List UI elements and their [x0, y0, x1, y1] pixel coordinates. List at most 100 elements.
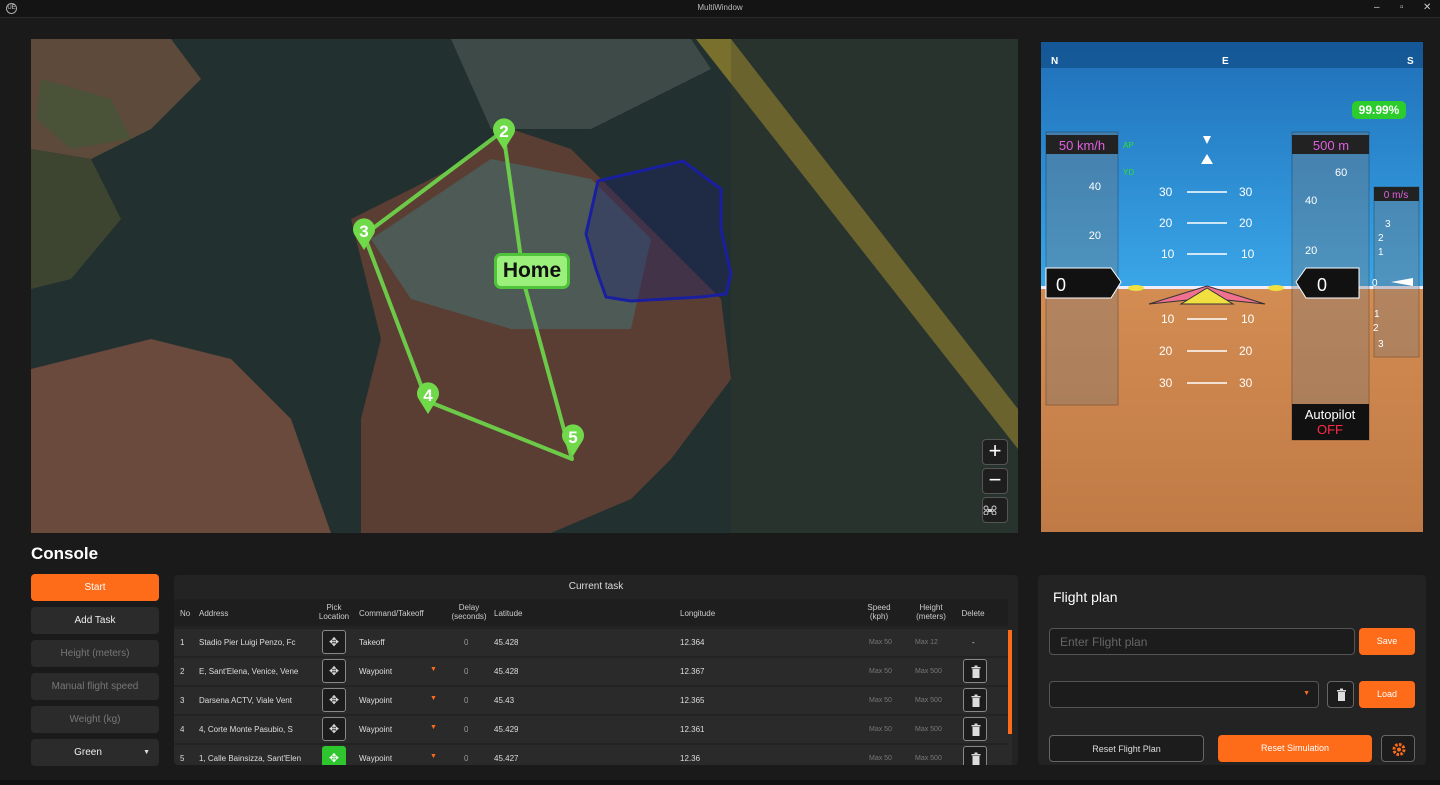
trash-icon: [971, 694, 981, 707]
color-select[interactable]: Green ▼: [31, 739, 159, 766]
command-dropdown-icon[interactable]: ▼: [430, 666, 437, 673]
row-speed[interactable]: Max 50: [869, 639, 892, 646]
zoom-out-button[interactable]: −: [982, 468, 1008, 494]
pick-location-button[interactable]: ✥: [322, 746, 346, 765]
row-speed[interactable]: Max 50: [869, 697, 892, 704]
svg-text:10: 10: [1241, 312, 1255, 326]
row-delete-placeholder: -: [972, 638, 975, 647]
waypoint-marker-4[interactable]: 4: [415, 381, 441, 415]
vertical-speed-readout: 0 m/s: [1384, 190, 1408, 201]
row-command: Takeoff: [359, 638, 385, 647]
maximize-button[interactable]: ▫: [1400, 2, 1404, 14]
pick-location-button[interactable]: ✥: [322, 688, 346, 712]
svg-text:30: 30: [1239, 376, 1253, 390]
weight-input[interactable]: Weight (kg): [31, 706, 159, 733]
row-delay[interactable]: 0: [464, 667, 468, 676]
svg-text:2: 2: [499, 122, 508, 141]
command-dropdown-icon[interactable]: ▼: [430, 724, 437, 731]
row-speed[interactable]: Max 50: [869, 668, 892, 675]
table-row[interactable]: 5 1, Calle Bainsizza, Sant'Elen ✥ Waypoint ▼…: [174, 745, 1008, 765]
gear-icon: [1392, 743, 1406, 756]
row-delay[interactable]: 0: [464, 696, 468, 705]
row-height[interactable]: Max 500: [915, 668, 942, 675]
row-latitude[interactable]: 45.427: [494, 754, 518, 763]
chevron-down-icon: ▼: [1303, 690, 1310, 697]
svg-text:60: 60: [1335, 167, 1347, 179]
delete-plan-button[interactable]: [1327, 681, 1354, 708]
row-latitude[interactable]: 45.43: [494, 696, 514, 705]
speed-readout: 50 km/h: [1059, 138, 1105, 153]
manual-speed-input[interactable]: Manual flight speed: [31, 673, 159, 700]
drone-recenter-button[interactable]: [982, 497, 1008, 523]
add-task-button[interactable]: Add Task: [31, 607, 159, 634]
row-longitude[interactable]: 12.365: [680, 696, 704, 705]
current-task-title: Current task: [568, 581, 624, 592]
svg-text:0: 0: [1372, 278, 1378, 289]
delete-row-button[interactable]: [963, 717, 987, 741]
row-delay[interactable]: 0: [464, 725, 468, 734]
map-view[interactable]: 2 3 4 5 Home + −: [31, 39, 1018, 533]
bottom-edge: [0, 780, 1440, 785]
row-height[interactable]: Max 12: [915, 639, 938, 646]
pick-location-button[interactable]: ✥: [322, 659, 346, 683]
command-dropdown-icon[interactable]: ▼: [430, 753, 437, 760]
start-button[interactable]: Start: [31, 574, 159, 601]
svg-text:10: 10: [1161, 312, 1175, 326]
save-button[interactable]: Save: [1359, 628, 1415, 655]
svg-text:20: 20: [1239, 216, 1253, 230]
row-latitude[interactable]: 45.428: [494, 638, 518, 647]
row-height[interactable]: Max 500: [915, 697, 942, 704]
delete-row-button[interactable]: [963, 688, 987, 712]
home-marker[interactable]: Home: [494, 253, 570, 289]
row-delay[interactable]: 0: [464, 754, 468, 763]
row-speed[interactable]: Max 50: [869, 726, 892, 733]
row-longitude[interactable]: 12.361: [680, 725, 704, 734]
table-row[interactable]: 3 Darsena ACTV, Viale Vent ✥ Waypoint ▼ 0 45.4…: [174, 687, 1008, 714]
waypoint-marker-3[interactable]: 3: [351, 217, 377, 251]
pick-location-button[interactable]: ✥: [322, 717, 346, 741]
autopilot-state: OFF: [1317, 422, 1343, 437]
minimize-button[interactable]: –: [1374, 2, 1380, 14]
flight-plan-panel: Flight plan Save ▼ Load Reset Flight Pla…: [1038, 575, 1426, 765]
waypoint-marker-5[interactable]: 5: [560, 423, 586, 457]
current-task-panel: Current task No Address Pick Location Com…: [174, 575, 1018, 765]
table-scrollbar-thumb[interactable]: [1008, 630, 1012, 734]
table-row[interactable]: 1 Stadio Pier Luigi Penzo, Fc ✥ Takeoff 0 45.…: [174, 629, 1008, 656]
reset-simulation-button[interactable]: Reset Simulation: [1218, 735, 1372, 762]
ap-flag: AP: [1123, 141, 1134, 150]
flight-plan-select[interactable]: ▼: [1049, 681, 1319, 708]
row-longitude[interactable]: 12.367: [680, 667, 704, 676]
svg-text:10: 10: [1161, 247, 1175, 261]
reset-flight-plan-button[interactable]: Reset Flight Plan: [1049, 735, 1204, 762]
row-longitude[interactable]: 12.364: [680, 638, 704, 647]
window-title: MultiWindow: [697, 3, 743, 12]
yd-flag: YD: [1123, 168, 1134, 177]
load-button[interactable]: Load: [1359, 681, 1415, 708]
svg-text:2: 2: [1373, 323, 1379, 334]
flight-plan-name-input[interactable]: [1049, 628, 1355, 655]
row-delay[interactable]: 0: [464, 638, 468, 647]
close-button[interactable]: ✕: [1423, 2, 1431, 14]
row-latitude[interactable]: 45.429: [494, 725, 518, 734]
altitude-readout: 500 m: [1313, 138, 1349, 153]
autopilot-label: Autopilot: [1305, 407, 1356, 422]
row-longitude[interactable]: 12.36: [680, 754, 700, 763]
height-input[interactable]: Height (meters): [31, 640, 159, 667]
row-latitude[interactable]: 45.428: [494, 667, 518, 676]
trash-icon: [971, 752, 981, 765]
row-height[interactable]: Max 500: [915, 755, 942, 762]
table-row[interactable]: 4 4, Corte Monte Pasubio, S ✥ Waypoint ▼ 0 45.…: [174, 716, 1008, 743]
pick-location-button[interactable]: ✥: [322, 630, 346, 654]
delete-row-button[interactable]: [963, 746, 987, 765]
row-height[interactable]: Max 500: [915, 726, 942, 733]
compass-n: N: [1051, 56, 1058, 67]
waypoint-marker-2[interactable]: 2: [491, 117, 517, 151]
svg-text:2: 2: [1378, 233, 1384, 244]
table-row[interactable]: 2 E, Sant'Elena, Venice, Vene ✥ Waypoint ▼ 0 4…: [174, 658, 1008, 685]
row-speed[interactable]: Max 50: [869, 755, 892, 762]
delete-row-button[interactable]: [963, 659, 987, 683]
settings-button[interactable]: [1381, 735, 1415, 762]
row-address: Darsena ACTV, Viale Vent: [199, 696, 292, 705]
zoom-in-button[interactable]: +: [982, 439, 1008, 465]
command-dropdown-icon[interactable]: ▼: [430, 695, 437, 702]
